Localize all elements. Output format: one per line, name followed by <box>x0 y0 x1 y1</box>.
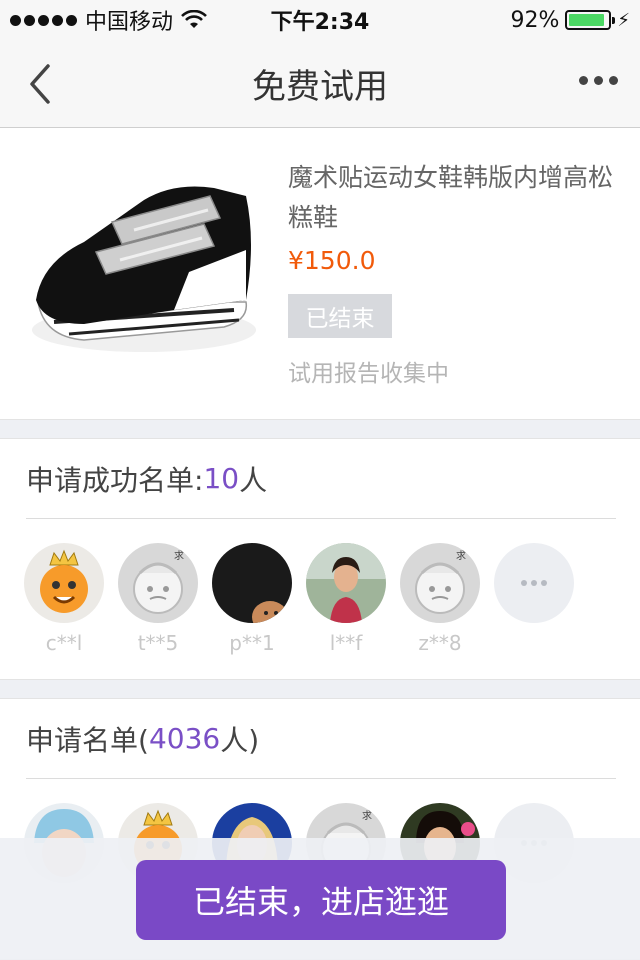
more-button[interactable] <box>579 76 618 85</box>
success-count: 10 <box>203 462 240 495</box>
success-list-header: 申请成功名单: 10 人 <box>26 439 616 519</box>
success-list-title: 申请成功名单: <box>26 463 204 497</box>
svg-text:求: 求 <box>362 810 372 822</box>
navigation-bar: 免费试用 <box>0 40 640 128</box>
wifi-icon <box>181 10 207 28</box>
avatar-username: l**f <box>329 631 363 655</box>
list-item[interactable]: l**f <box>306 543 386 655</box>
battery-percent: 92% <box>510 7 560 33</box>
avatar-username: p**1 <box>229 631 275 655</box>
visit-store-button[interactable]: 已结束，进店逛逛 <box>136 860 506 940</box>
list-item[interactable]: c**l <box>24 543 104 655</box>
back-button[interactable] <box>22 62 62 106</box>
svg-text:求: 求 <box>174 550 184 562</box>
svg-text:求: 求 <box>456 550 466 562</box>
more-horizontal-icon <box>579 76 588 85</box>
success-list-section: 申请成功名单: 10 人 c**l 求 t**5 p**1 l**f 求 z**… <box>0 438 640 680</box>
list-item[interactable] <box>494 543 574 655</box>
product-title[interactable]: 魔术贴运动女鞋韩版内增高松糕鞋 <box>288 158 618 238</box>
status-bar: 中国移动 下午2:34 92% ⚡ <box>0 0 640 40</box>
avatar-username: c**l <box>45 631 83 655</box>
page-title: 免费试用 <box>252 67 388 107</box>
battery-icon <box>565 10 616 30</box>
battery-fill <box>569 14 605 26</box>
signal-strength-icon <box>10 14 77 26</box>
success-list-suffix: 人 <box>239 463 268 497</box>
list-item[interactable]: p**1 <box>212 543 292 655</box>
more-avatars-button[interactable] <box>494 543 574 623</box>
girl-photo-avatar[interactable] <box>306 543 386 623</box>
placeholder-avatar[interactable]: 求 <box>118 543 198 623</box>
success-avatar-list: c**l 求 t**5 p**1 l**f 求 z**8 <box>24 543 574 655</box>
charging-bolt-icon: ⚡ <box>617 9 630 31</box>
list-item[interactable]: 求 z**8 <box>400 543 480 655</box>
avatar-username: t**5 <box>137 631 179 655</box>
carrier-label: 中国移动 <box>85 10 174 35</box>
product-image[interactable] <box>24 152 264 392</box>
cartoon-crown-avatar[interactable] <box>24 543 104 623</box>
list-item[interactable]: 求 t**5 <box>118 543 198 655</box>
product-price: ¥150.0 <box>288 246 376 275</box>
product-card[interactable]: 魔术贴运动女鞋韩版内增高松糕鞋 ¥150.0 已结束 试用报告收集中 <box>0 128 640 420</box>
placeholder-avatar[interactable]: 求 <box>400 543 480 623</box>
avatar-username: z**8 <box>418 631 462 655</box>
applicant-count: 4036 <box>148 722 221 755</box>
more-horizontal-icon <box>521 580 527 586</box>
applicant-list-header: 申请名单( 4036 人) <box>26 699 616 779</box>
applicant-list-title: 申请名单( <box>26 723 149 757</box>
report-status-text: 试用报告收集中 <box>288 361 449 387</box>
dark-photo-avatar[interactable] <box>212 543 292 623</box>
applicant-list-suffix: 人) <box>220 723 260 757</box>
status-badge: 已结束 <box>288 294 392 338</box>
